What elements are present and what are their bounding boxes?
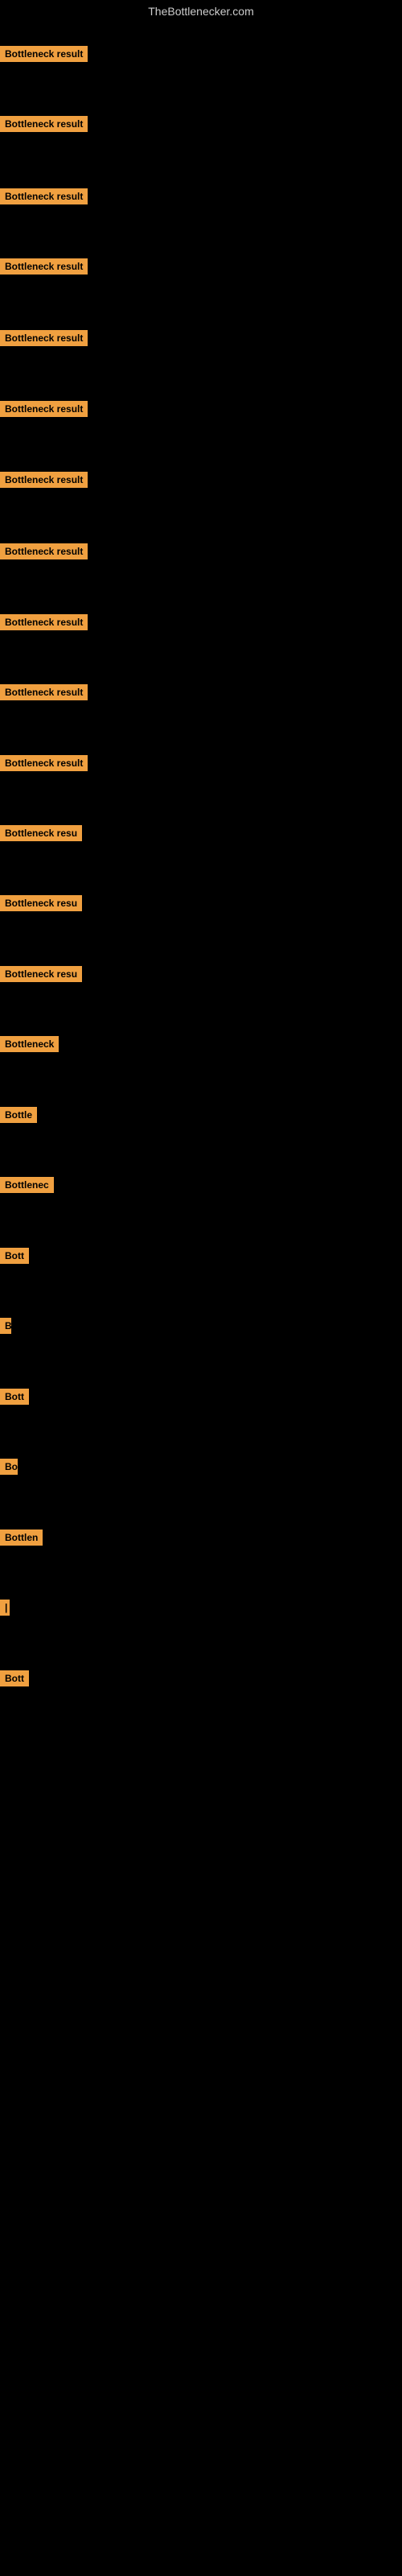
bottleneck-item-12[interactable]: Bottleneck resu [0, 825, 82, 845]
bottleneck-item-14[interactable]: Bottleneck resu [0, 966, 82, 986]
bottleneck-label-15: Bottleneck [0, 1036, 59, 1052]
bottleneck-label-7: Bottleneck result [0, 472, 88, 488]
bottleneck-item-8[interactable]: Bottleneck result [0, 543, 88, 564]
bottleneck-item-17[interactable]: Bottlenec [0, 1177, 54, 1197]
bottleneck-label-16: Bottle [0, 1107, 37, 1123]
bottleneck-label-21: Bo [0, 1459, 18, 1475]
bottleneck-label-10: Bottleneck result [0, 684, 88, 700]
bottleneck-item-3[interactable]: Bottleneck result [0, 188, 88, 208]
bottleneck-label-11: Bottleneck result [0, 755, 88, 771]
bottleneck-label-4: Bottleneck result [0, 258, 88, 275]
bottleneck-label-17: Bottlenec [0, 1177, 54, 1193]
bottleneck-item-1[interactable]: Bottleneck result [0, 46, 88, 66]
bottleneck-label-20: Bott [0, 1389, 29, 1405]
bottleneck-item-21[interactable]: Bo [0, 1459, 18, 1479]
bottleneck-item-23[interactable]: | [0, 1600, 10, 1620]
bottleneck-item-20[interactable]: Bott [0, 1389, 29, 1409]
bottleneck-item-19[interactable]: B [0, 1318, 11, 1338]
bottleneck-label-1: Bottleneck result [0, 46, 88, 62]
bottleneck-label-8: Bottleneck result [0, 543, 88, 559]
bottleneck-item-6[interactable]: Bottleneck result [0, 401, 88, 421]
bottleneck-label-2: Bottleneck result [0, 116, 88, 132]
bottleneck-item-2[interactable]: Bottleneck result [0, 116, 88, 136]
bottleneck-label-6: Bottleneck result [0, 401, 88, 417]
bottleneck-label-12: Bottleneck resu [0, 825, 82, 841]
bottleneck-label-14: Bottleneck resu [0, 966, 82, 982]
bottleneck-item-22[interactable]: Bottlen [0, 1530, 43, 1550]
bottleneck-label-23: | [0, 1600, 10, 1616]
site-title: TheBottlenecker.com [0, 0, 402, 23]
bottleneck-item-13[interactable]: Bottleneck resu [0, 895, 82, 915]
bottleneck-item-16[interactable]: Bottle [0, 1107, 37, 1127]
bottleneck-label-9: Bottleneck result [0, 614, 88, 630]
bottleneck-item-11[interactable]: Bottleneck result [0, 755, 88, 775]
bottleneck-item-18[interactable]: Bott [0, 1248, 29, 1268]
bottleneck-item-15[interactable]: Bottleneck [0, 1036, 59, 1056]
bottleneck-item-4[interactable]: Bottleneck result [0, 258, 88, 279]
bottleneck-label-3: Bottleneck result [0, 188, 88, 204]
bottleneck-item-9[interactable]: Bottleneck result [0, 614, 88, 634]
bottleneck-label-5: Bottleneck result [0, 330, 88, 346]
bottleneck-item-24[interactable]: Bott [0, 1670, 29, 1690]
bottleneck-item-10[interactable]: Bottleneck result [0, 684, 88, 704]
bottleneck-label-24: Bott [0, 1670, 29, 1686]
bottleneck-label-22: Bottlen [0, 1530, 43, 1546]
bottleneck-label-19: B [0, 1318, 11, 1334]
bottleneck-item-7[interactable]: Bottleneck result [0, 472, 88, 492]
bottleneck-item-5[interactable]: Bottleneck result [0, 330, 88, 350]
bottleneck-label-18: Bott [0, 1248, 29, 1264]
bottleneck-label-13: Bottleneck resu [0, 895, 82, 911]
